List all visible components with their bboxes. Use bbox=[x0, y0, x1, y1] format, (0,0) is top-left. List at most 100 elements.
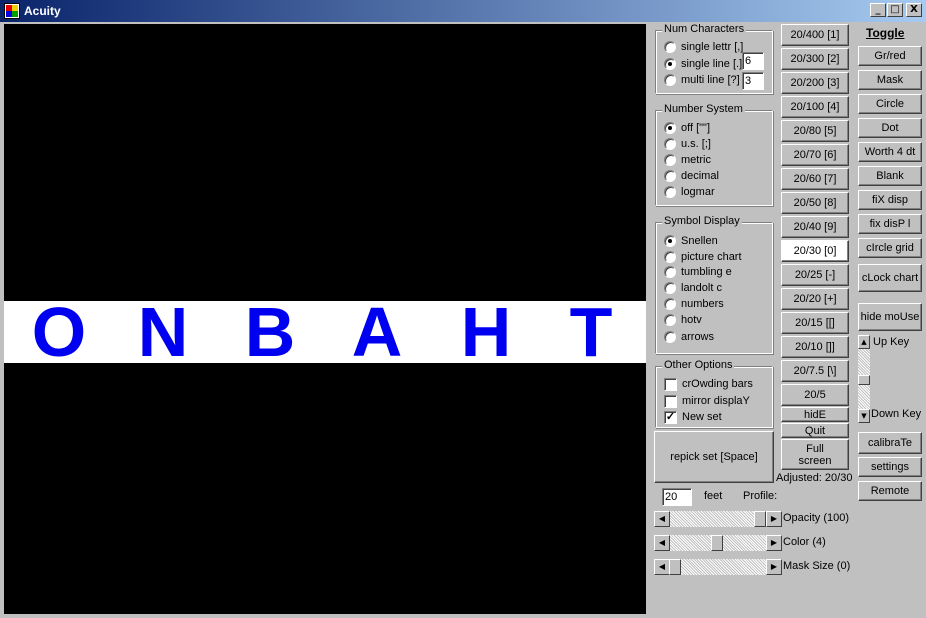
full-screen-button[interactable]: Full screen bbox=[781, 439, 849, 470]
toggle-fix-disp-l-button[interactable]: fix disP l bbox=[858, 214, 922, 234]
radio-indicator[interactable] bbox=[664, 154, 676, 166]
radio-indicator[interactable] bbox=[664, 170, 676, 182]
settings-button[interactable]: settings bbox=[858, 457, 922, 477]
acuity-20-40-button[interactable]: 20/40 [9] bbox=[781, 216, 849, 238]
toggle-worth-4-dot-button[interactable]: Worth 4 dt bbox=[858, 142, 922, 162]
single-line-count-input[interactable]: 6 bbox=[742, 52, 764, 70]
radio-label: numbers bbox=[681, 298, 724, 310]
hide-button[interactable]: hidE bbox=[781, 407, 849, 422]
acuity-20-5-button[interactable]: 20/5 bbox=[781, 384, 849, 406]
radio-indicator[interactable] bbox=[664, 251, 676, 263]
scrollbar-thumb[interactable] bbox=[858, 375, 870, 385]
key-scrollbar[interactable]: ▲ ▼ bbox=[858, 335, 870, 423]
acuity-20-300-button[interactable]: 20/300 [2] bbox=[781, 48, 849, 70]
acuity-20-400-button[interactable]: 20/400 [1] bbox=[781, 24, 849, 46]
radio-picture-chart[interactable]: picture chart bbox=[664, 250, 742, 264]
radio-numbers[interactable]: numbers bbox=[664, 297, 724, 311]
radio-decimal[interactable]: decimal bbox=[664, 169, 719, 183]
acuity-20-70-button[interactable]: 20/70 [6] bbox=[781, 144, 849, 166]
toggle-circle-grid-button[interactable]: cIrcle grid bbox=[858, 238, 922, 258]
scroll-left-icon[interactable]: ◀ bbox=[654, 535, 670, 551]
radio-indicator[interactable] bbox=[664, 74, 676, 86]
radio-single-line[interactable]: single line [.] bbox=[664, 57, 742, 71]
radio-tumbling-e[interactable]: tumbling e bbox=[664, 265, 732, 279]
radio-indicator[interactable] bbox=[664, 298, 676, 310]
toggle-hide-mouse-button[interactable]: hide moUse bbox=[858, 303, 922, 331]
scroll-up-icon[interactable]: ▲ bbox=[858, 335, 870, 349]
toggle-fix-disp-button[interactable]: fiX disp bbox=[858, 190, 922, 210]
radio-multi-line[interactable]: multi line [?] bbox=[664, 73, 740, 87]
multi-line-count-input[interactable]: 3 bbox=[742, 72, 764, 90]
checkbox-indicator[interactable] bbox=[664, 394, 677, 408]
radio-indicator[interactable] bbox=[664, 235, 676, 247]
acuity-20-60-button[interactable]: 20/60 [7] bbox=[781, 168, 849, 190]
radio-metric[interactable]: metric bbox=[664, 153, 711, 167]
slider-thumb[interactable] bbox=[669, 559, 681, 575]
toggle-clock-chart-button[interactable]: cLock chart bbox=[858, 264, 922, 292]
radio-snellen[interactable]: Snellen bbox=[664, 234, 718, 248]
radio-indicator[interactable] bbox=[664, 138, 676, 150]
scroll-right-icon[interactable]: ▶ bbox=[766, 535, 782, 551]
radio-indicator[interactable] bbox=[664, 266, 676, 278]
acuity-20-100-button[interactable]: 20/100 [4] bbox=[781, 96, 849, 118]
scroll-left-icon[interactable]: ◀ bbox=[654, 559, 670, 575]
radio-hotv[interactable]: hotv bbox=[664, 313, 702, 327]
slider-thumb[interactable] bbox=[711, 535, 723, 551]
acuity-20-10-button[interactable]: 20/10 []] bbox=[781, 336, 849, 358]
scroll-down-icon[interactable]: ▼ bbox=[858, 409, 870, 423]
calibrate-button[interactable]: calibraTe bbox=[858, 432, 922, 454]
toggle-dot-button[interactable]: Dot bbox=[858, 118, 922, 138]
slider-thumb[interactable] bbox=[754, 511, 766, 527]
letter-2: N bbox=[137, 293, 189, 371]
checkbox-indicator[interactable]: ✓ bbox=[664, 410, 677, 424]
radio-indicator[interactable] bbox=[664, 58, 676, 70]
radio-indicator[interactable] bbox=[664, 314, 676, 326]
radio-off[interactable]: off [""] bbox=[664, 121, 710, 135]
scroll-right-icon[interactable]: ▶ bbox=[766, 511, 782, 527]
checkbox-new-set[interactable]: ✓ New set bbox=[664, 410, 722, 424]
acuity-20-20-button[interactable]: 20/20 [+] bbox=[781, 288, 849, 310]
radio-landolt-c[interactable]: landolt c bbox=[664, 281, 722, 295]
acuity-20-80-button[interactable]: 20/80 [5] bbox=[781, 120, 849, 142]
repick-set-button[interactable]: repick set [Space] bbox=[654, 431, 774, 483]
color-slider[interactable]: ◀ ▶ bbox=[654, 535, 782, 551]
acuity-20-25-button[interactable]: 20/25 [-] bbox=[781, 264, 849, 286]
acuity-20-15-button[interactable]: 20/15 [[] bbox=[781, 312, 849, 334]
close-button[interactable]: X bbox=[906, 3, 922, 17]
radio-label: u.s. [;] bbox=[681, 138, 711, 150]
opacity-slider[interactable]: ◀ ▶ bbox=[654, 511, 782, 527]
checkbox-indicator[interactable] bbox=[664, 377, 677, 391]
radio-us[interactable]: u.s. [;] bbox=[664, 137, 711, 151]
checkbox-mirror-display[interactable]: mirror displaY bbox=[664, 394, 750, 408]
toggle-blank-button[interactable]: Blank bbox=[858, 166, 922, 186]
radio-indicator[interactable] bbox=[664, 282, 676, 294]
distance-input[interactable]: 20 bbox=[662, 488, 692, 506]
acuity-20-7-5-button[interactable]: 20/7.5 [\] bbox=[781, 360, 849, 382]
toggle-mask-button[interactable]: Mask bbox=[858, 70, 922, 90]
acuity-20-30-button[interactable]: 20/30 [0] bbox=[781, 240, 849, 262]
radio-logmar[interactable]: logmar bbox=[664, 185, 715, 199]
radio-label: picture chart bbox=[681, 251, 742, 263]
checkbox-crowding-bars[interactable]: crOwding bars bbox=[664, 377, 753, 391]
acuity-20-200-button[interactable]: 20/200 [3] bbox=[781, 72, 849, 94]
minimize-button[interactable]: _ bbox=[870, 3, 886, 17]
radio-label: Snellen bbox=[681, 235, 718, 247]
mask-size-slider[interactable]: ◀ ▶ bbox=[654, 559, 782, 575]
remote-button[interactable]: Remote bbox=[858, 481, 922, 501]
radio-label: metric bbox=[681, 154, 711, 166]
quit-button[interactable]: Quit bbox=[781, 423, 849, 438]
toggle-gr-red-button[interactable]: Gr/red bbox=[858, 46, 922, 66]
maximize-button[interactable]: □ bbox=[887, 3, 903, 17]
radio-single-letter[interactable]: single lettr [,] bbox=[664, 40, 743, 54]
acuity-display[interactable]: O N B A H T bbox=[4, 24, 646, 614]
scroll-right-icon[interactable]: ▶ bbox=[766, 559, 782, 575]
scroll-left-icon[interactable]: ◀ bbox=[654, 511, 670, 527]
radio-indicator[interactable] bbox=[664, 41, 676, 53]
toggle-circle-button[interactable]: Circle bbox=[858, 94, 922, 114]
radio-indicator[interactable] bbox=[664, 331, 676, 343]
radio-arrows[interactable]: arrows bbox=[664, 330, 714, 344]
acuity-20-50-button[interactable]: 20/50 [8] bbox=[781, 192, 849, 214]
checkbox-label: New set bbox=[682, 411, 722, 423]
radio-indicator[interactable] bbox=[664, 122, 676, 134]
radio-indicator[interactable] bbox=[664, 186, 676, 198]
